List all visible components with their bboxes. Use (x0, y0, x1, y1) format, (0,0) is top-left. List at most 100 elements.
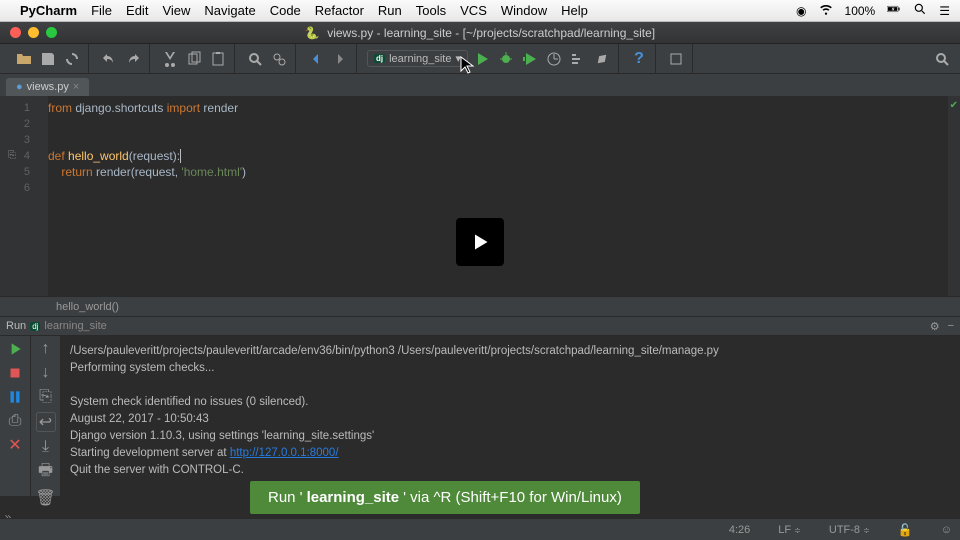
menu-edit[interactable]: Edit (126, 3, 148, 18)
main-toolbar: dj learning_site ▾ ? (0, 44, 960, 74)
editor-marker-bar[interactable]: ✔ (948, 96, 960, 296)
python-file-icon: 🐍 (305, 26, 320, 40)
stop-process-button[interactable] (6, 364, 24, 382)
breadcrumb-item[interactable]: hello_world() (56, 301, 119, 313)
editor-tab-label: views.py (27, 81, 69, 93)
close-icon[interactable]: × (73, 81, 79, 93)
down-stack-button[interactable]: ↓ (36, 364, 56, 382)
editor-tab-views[interactable]: ● views.py × (6, 78, 89, 96)
menu-window[interactable]: Window (501, 3, 547, 18)
chevron-down-icon: ▾ (455, 52, 461, 65)
minimize-icon[interactable]: − (948, 320, 954, 333)
menu-vcs[interactable]: VCS (460, 3, 487, 18)
console-url-link[interactable]: http://127.0.0.1:8000/ (230, 447, 339, 459)
find-button[interactable] (245, 49, 265, 69)
print-button[interactable]: 🖶 (36, 462, 56, 482)
menu-tools[interactable]: Tools (416, 3, 446, 18)
run-configuration-selector[interactable]: dj learning_site ▾ (367, 50, 468, 67)
code-area[interactable]: from django.shortcuts import render def … (48, 96, 948, 296)
menu-refactor[interactable]: Refactor (315, 3, 364, 18)
sync-button[interactable] (62, 49, 82, 69)
window-maximize-button[interactable] (46, 27, 57, 38)
search-everywhere-button[interactable] (932, 49, 952, 69)
clear-button[interactable]: 🗑 (36, 488, 56, 508)
menu-file[interactable]: File (91, 3, 112, 18)
caret-position[interactable]: 4:26 (729, 524, 750, 536)
structure-icon[interactable]: ⎘ (8, 148, 16, 164)
title-filename: views.py (327, 26, 373, 40)
run-coverage-button[interactable] (520, 49, 540, 69)
window-title-bar: 🐍 views.py - learning_site - [~/projects… (0, 22, 960, 44)
line-separator[interactable]: LF ≑ (778, 524, 801, 536)
line-number: 6 (4, 180, 30, 196)
run-tool-header: Run dj learning_site ⚙ − (0, 316, 960, 336)
menu-run[interactable]: Run (378, 3, 402, 18)
wifi-icon[interactable] (819, 2, 833, 19)
run-tool-title: Run (6, 320, 26, 332)
restore-layout-button[interactable]: ⎘ (36, 388, 56, 406)
spotlight-icon[interactable] (913, 2, 927, 19)
breadcrumb-bar[interactable]: hello_world() (0, 296, 960, 316)
readonly-lock-icon[interactable]: 🔓 (898, 523, 913, 537)
ide-settings-button[interactable] (666, 49, 686, 69)
menu-code[interactable]: Code (270, 3, 301, 18)
inspection-ok-icon[interactable]: ✔ (950, 100, 958, 111)
screencast-icon[interactable]: ◉ (796, 4, 806, 18)
menu-view[interactable]: View (162, 3, 190, 18)
undo-button[interactable] (99, 49, 119, 69)
cut-button[interactable] (160, 49, 180, 69)
window-minimize-button[interactable] (28, 27, 39, 38)
stop-button[interactable] (592, 49, 612, 69)
tip-text: Run ' (268, 489, 303, 506)
menu-extra-icon[interactable]: ☰ (939, 4, 950, 18)
run-button[interactable] (472, 49, 492, 69)
battery-percent: 100% (845, 4, 876, 18)
scroll-end-button[interactable]: ⤓ (36, 438, 56, 456)
window-title: 🐍 views.py - learning_site - [~/projects… (0, 26, 960, 40)
replace-button[interactable] (269, 49, 289, 69)
console-line: /Users/pauleveritt/projects/pauleveritt/… (70, 345, 719, 357)
run-actions-sidebar: ⎙ ✕ (0, 336, 30, 496)
window-close-button[interactable] (10, 27, 21, 38)
macos-menu-bar: PyCharm File Edit View Navigate Code Ref… (0, 0, 960, 22)
code-editor[interactable]: 1 2 3 ⎘4 5 6 from django.shortcuts impor… (0, 96, 960, 296)
nav-back-button[interactable] (306, 49, 326, 69)
gear-icon[interactable]: ⚙ (930, 320, 940, 333)
console-line: Quit the server with CONTROL-C. (70, 464, 244, 476)
console-output[interactable]: /Users/pauleveritt/projects/pauleveritt/… (60, 336, 960, 496)
console-line: August 22, 2017 - 10:50:43 (70, 413, 209, 425)
editor-tabs-bar: ● views.py × (0, 74, 960, 96)
code-text: hello_world (68, 149, 129, 163)
code-text: (request): (129, 149, 181, 163)
line-number: 3 (4, 132, 30, 148)
profile-button[interactable] (544, 49, 564, 69)
menu-help[interactable]: Help (561, 3, 588, 18)
app-name[interactable]: PyCharm (20, 3, 77, 18)
copy-button[interactable] (184, 49, 204, 69)
rerun-button[interactable] (6, 340, 24, 358)
code-text: ) (242, 165, 246, 179)
open-file-button[interactable] (14, 49, 34, 69)
concurrency-button[interactable] (568, 49, 588, 69)
soft-wrap-toggle[interactable]: ↩ (36, 412, 56, 432)
pause-button[interactable] (6, 388, 24, 406)
editor-gutter[interactable]: 1 2 3 ⎘4 5 6 (0, 96, 48, 296)
run-tool-config-name: learning_site (44, 320, 106, 332)
file-encoding[interactable]: UTF-8 ≑ (829, 524, 870, 536)
nav-forward-button[interactable] (330, 49, 350, 69)
line-number: 5 (4, 164, 30, 180)
save-button[interactable] (38, 49, 58, 69)
menu-navigate[interactable]: Navigate (204, 3, 255, 18)
up-stack-button[interactable]: ↑ (36, 340, 56, 358)
close-tool-button[interactable]: ✕ (6, 436, 24, 454)
hector-icon[interactable]: ☺ (941, 524, 952, 536)
traffic-lights (0, 27, 57, 38)
video-play-button[interactable] (456, 218, 504, 266)
battery-icon[interactable] (887, 2, 901, 19)
redo-button[interactable] (123, 49, 143, 69)
help-button[interactable]: ? (629, 49, 649, 69)
debug-button[interactable] (496, 49, 516, 69)
dump-threads-button[interactable]: ⎙ (6, 412, 24, 430)
paste-button[interactable] (208, 49, 228, 69)
code-text: import (167, 101, 200, 115)
